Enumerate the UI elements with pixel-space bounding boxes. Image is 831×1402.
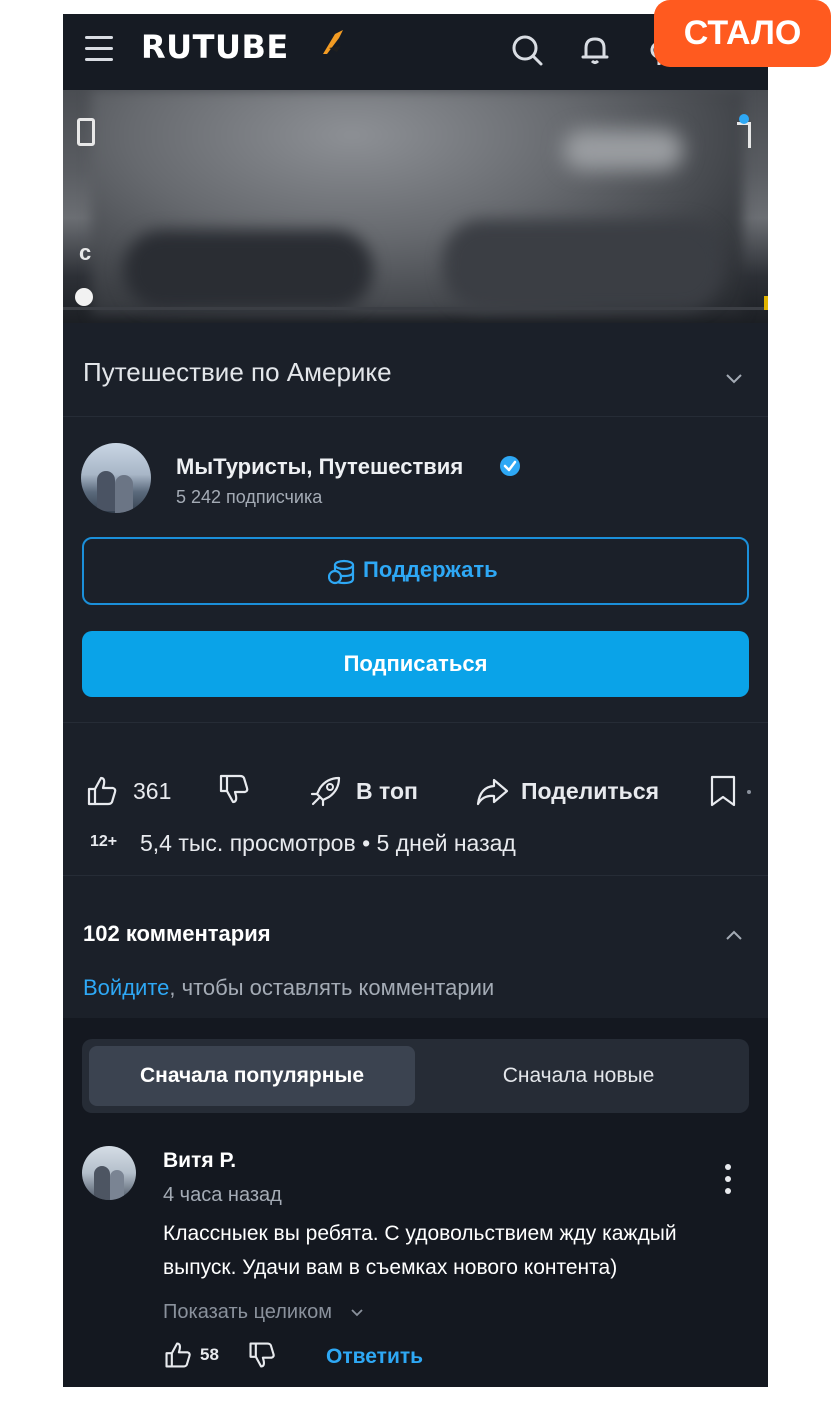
- chevron-down-icon: [350, 1309, 363, 1316]
- login-prompt-text: , чтобы оставлять комментарии: [169, 975, 495, 1000]
- dislike-icon[interactable]: [217, 772, 251, 806]
- coins-icon: [328, 559, 355, 585]
- comment-like-count: 58: [200, 1345, 219, 1364]
- comment-like-icon[interactable]: [163, 1340, 193, 1370]
- subscriber-count: 5 242 подписчика: [176, 487, 323, 507]
- video-title-fragment: с: [79, 240, 92, 265]
- age-rating: 12+: [90, 833, 118, 850]
- comment-sort-toggle: Сначала популярные Сначала новые: [82, 1039, 749, 1113]
- rutube-logo[interactable]: RUTUBE: [141, 28, 289, 66]
- comments-count: 102 комментария: [83, 921, 271, 946]
- channel-avatar[interactable]: [81, 443, 151, 513]
- comments-header: 102 комментария Войдите, чтобы оставлять…: [63, 877, 768, 1018]
- chevron-up-icon[interactable]: [724, 925, 744, 945]
- top-label[interactable]: В топ: [356, 778, 418, 805]
- support-label: Поддержать: [363, 557, 498, 582]
- comment-dislike-icon[interactable]: [247, 1340, 277, 1370]
- after-badge: СТАЛО: [654, 0, 831, 67]
- rocket-icon[interactable]: [309, 774, 343, 808]
- comment-avatar[interactable]: [82, 1146, 136, 1200]
- video-edge-marker: [764, 296, 768, 310]
- video-light: [563, 130, 683, 170]
- video-player[interactable]: с: [63, 90, 768, 323]
- more-options-icon[interactable]: [723, 1164, 733, 1198]
- video-car: [123, 230, 373, 310]
- verified-icon: [500, 456, 520, 476]
- views-and-date: 5,4 тыс. просмотров • 5 дней назад: [140, 830, 516, 856]
- subscribe-button[interactable]: Подписаться: [82, 631, 749, 697]
- support-button[interactable]: Поддержать: [82, 537, 749, 605]
- chevron-down-icon[interactable]: [724, 369, 744, 389]
- comment-text: Классныек вы ребята. С удовольствием жду…: [163, 1222, 677, 1279]
- login-prompt: Войдите, чтобы оставлять комментарии: [83, 975, 494, 1001]
- phone-screen: RUTUBE с Путешествие по Америке МыТурист…: [63, 14, 768, 1387]
- show-more-label: Показать целиком: [163, 1301, 332, 1323]
- channel-block: МыТуристы, Путешествия 5 242 подписчика …: [63, 418, 768, 723]
- bell-icon[interactable]: [577, 32, 613, 68]
- video-car: [443, 220, 723, 310]
- comment-author[interactable]: Витя Р.: [163, 1149, 236, 1173]
- search-icon[interactable]: [509, 32, 545, 68]
- playlist-title-row[interactable]: Путешествие по Америке: [63, 323, 768, 417]
- show-more-link[interactable]: Показать целиком: [163, 1301, 364, 1324]
- channel-name[interactable]: МыТуристы, Путешествия: [176, 454, 463, 480]
- menu-icon[interactable]: [85, 36, 115, 64]
- sort-popular-tab[interactable]: Сначала популярные: [89, 1046, 415, 1106]
- share-label[interactable]: Поделиться: [521, 778, 659, 805]
- login-link[interactable]: Войдите: [83, 975, 169, 1000]
- hd-indicator: [739, 114, 749, 124]
- more-dot: [747, 790, 751, 794]
- comment-time: 4 часа назад: [163, 1184, 282, 1206]
- like-count: 361: [133, 778, 172, 804]
- progress-handle[interactable]: [75, 288, 93, 306]
- reply-button[interactable]: Ответить: [326, 1345, 423, 1369]
- ribbon-icon: [323, 30, 343, 54]
- comments-list: Сначала популярные Сначала новые Витя Р.…: [63, 1018, 768, 1387]
- settings-icon[interactable]: [737, 122, 751, 148]
- video-actions: 361 В топ Поделиться 12+ 5,4 тыс. просмо…: [63, 724, 768, 876]
- progress-track[interactable]: [63, 307, 768, 310]
- subscribe-label: Подписаться: [343, 651, 488, 676]
- share-icon[interactable]: [475, 774, 509, 808]
- sort-new-tab[interactable]: Сначала новые: [415, 1046, 742, 1106]
- bookmark-icon[interactable]: [706, 774, 740, 808]
- cast-icon[interactable]: [77, 118, 95, 146]
- playlist-title: Путешествие по Америке: [83, 357, 392, 387]
- like-icon[interactable]: [85, 774, 119, 808]
